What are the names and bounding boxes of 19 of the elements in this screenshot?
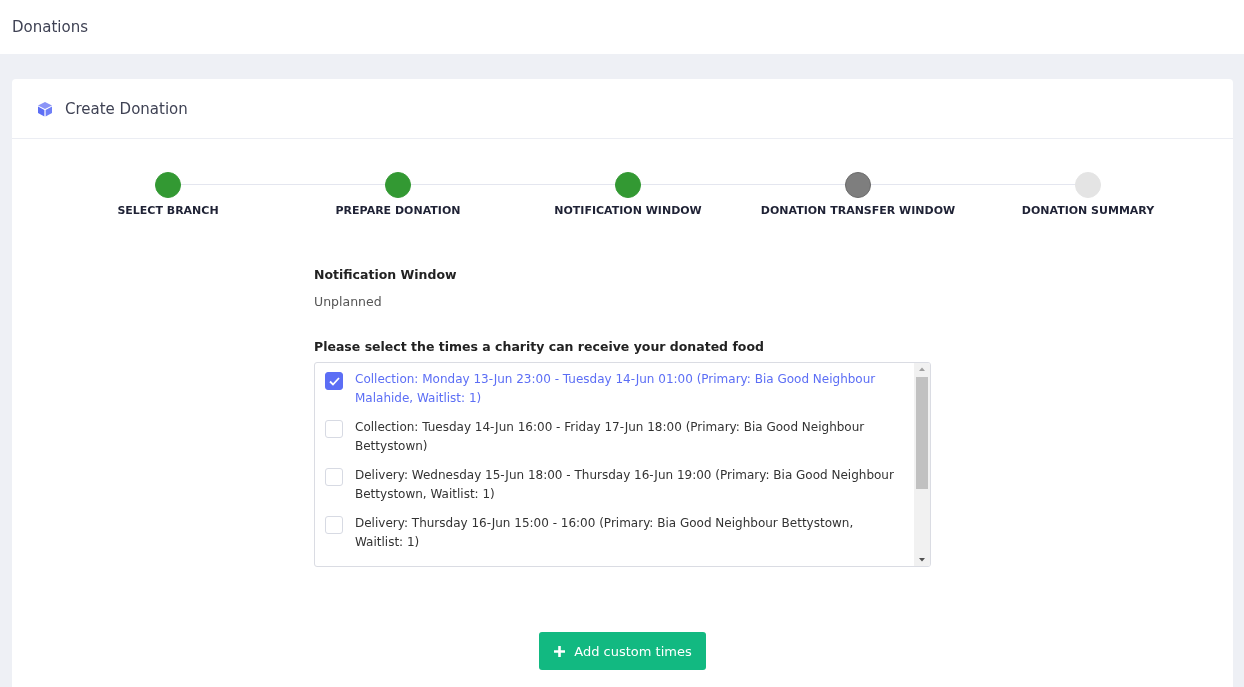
time-option[interactable]: Delivery: Wednesday 15-Jun 18:00 - Thursday 16-Jun 19:00 (Primary: Bia Good Neighbour Bettystown, Waitlist: 1) [355, 466, 914, 504]
time-option[interactable]: Collection: Tuesday 14-Jun 16:00 - Friday 17-Jun 18:00 (Primary: Bia Good Neighbour Bettystown) [355, 418, 914, 456]
section-value: Unplanned [314, 294, 383, 309]
check-icon [328, 376, 340, 386]
box-icon [37, 100, 53, 117]
step-label: NOTIFICATION WINDOW [554, 204, 702, 217]
time-option[interactable]: Collection: Monday 13-Jun 23:00 - Tuesday 14-Jun 01:00 (Primary: Bia Good Neighbour Malahide, Waitlist: 1) [355, 370, 914, 408]
card-title: Create Donation [65, 99, 188, 118]
section-title: Notification Window [314, 267, 458, 282]
times-prompt: Please select the times a charity can receive your donated food [314, 339, 765, 354]
step-label: DONATION SUMMARY [1021, 204, 1155, 217]
step-label: PREPARE DONATION [335, 204, 461, 217]
page-title: Donations [12, 18, 88, 36]
checkbox[interactable] [325, 372, 343, 390]
step-label: SELECT BRANCH [117, 204, 219, 217]
time-option[interactable]: Delivery: Thursday 16-Jun 15:00 - 16:00 (Primary: Bia Good Neighbour Bettystown, Waitlist: 1) [355, 514, 914, 552]
step-label: DONATION TRANSFER WINDOW [760, 204, 956, 217]
plus-icon [553, 644, 567, 658]
scrollbar[interactable] [914, 363, 930, 566]
